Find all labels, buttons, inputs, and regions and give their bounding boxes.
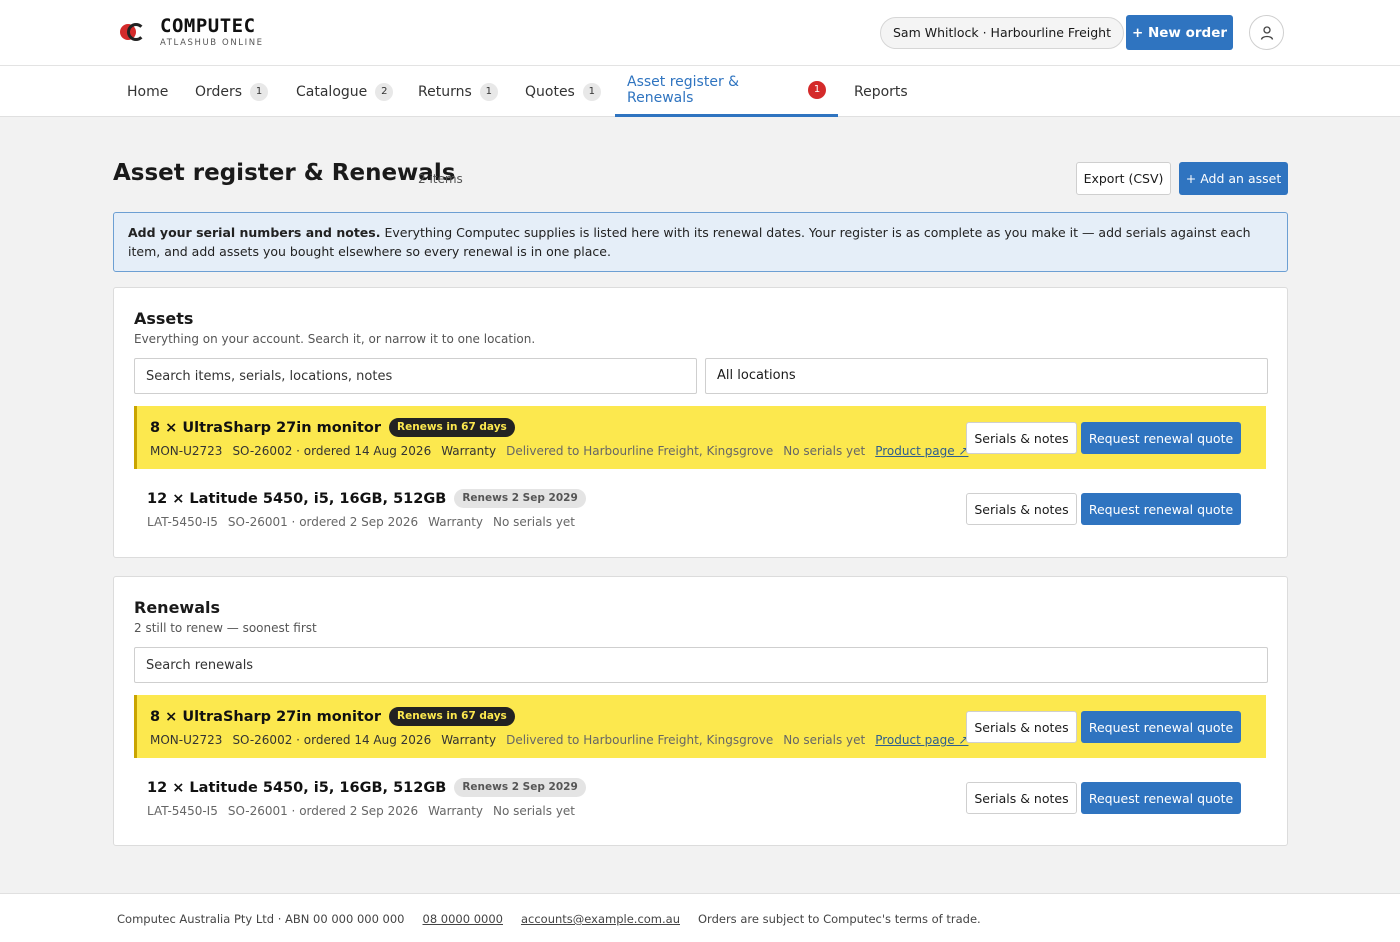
renewal-coverage: Warranty <box>428 804 484 818</box>
asset-coverage: Warranty <box>428 515 484 529</box>
serials-notes-button[interactable]: Serials & notes <box>966 711 1077 743</box>
asset-row: 12 × Latitude 5450, i5, 16GB, 512GB Rene… <box>134 477 1266 540</box>
asset-search-input[interactable] <box>134 358 697 394</box>
tab-catalogue[interactable]: Catalogue 2 <box>284 66 405 117</box>
tab-count-badge: 2 <box>375 82 394 101</box>
renewal-row: 8 × UltraSharp 27in monitor Renews in 67… <box>134 695 1266 758</box>
page-title: Asset register & Renewals <box>113 160 456 186</box>
tab-count-badge: 1 <box>250 82 269 101</box>
tab-count-badge: 1 <box>808 81 826 99</box>
asset-order: SO-26002 · ordered 14 Aug 2026 <box>232 444 432 458</box>
asset-serials: No serials yet <box>493 515 576 529</box>
account-switcher[interactable]: Sam Whitlock · Harbourline Freight <box>880 17 1124 49</box>
info-banner-heading: Add your serial numbers and notes. <box>128 225 381 240</box>
asset-sku: MON-U2723 <box>150 444 223 458</box>
footer-email-link[interactable]: accounts@example.com.au <box>521 912 680 926</box>
tab-count-badge: 1 <box>479 82 498 101</box>
brand-logo[interactable]: COMPUTEC ATLASHUB ONLINE <box>118 16 264 48</box>
tab-returns[interactable]: Returns 1 <box>406 66 510 117</box>
asset-coverage: Warranty <box>441 444 497 458</box>
renewals-title: Renewals <box>134 598 220 617</box>
tab-home[interactable]: Home <box>115 66 180 117</box>
tab-label: Catalogue <box>296 83 368 100</box>
renewal-badge: Renews in 67 days <box>389 707 515 726</box>
renewal-order: SO-26001 · ordered 2 Sep 2026 <box>227 804 419 818</box>
tab-label: Home <box>127 83 169 100</box>
info-banner: Add your serial numbers and notes. Every… <box>113 212 1288 272</box>
renewal-row: 12 × Latitude 5450, i5, 16GB, 512GB Rene… <box>134 766 1266 829</box>
tab-count-badge: 1 <box>582 82 601 101</box>
request-renewal-quote-button[interactable]: Request renewal quote <box>1081 422 1241 454</box>
tab-asset-register[interactable]: Asset register & Renewals 1 <box>615 66 838 117</box>
request-renewal-quote-button[interactable]: Request renewal quote <box>1081 782 1241 814</box>
renewals-subtitle: 2 still to renew — soonest first <box>134 621 317 635</box>
renewals-card: Renewals 2 still to renew — soonest firs… <box>113 576 1288 846</box>
brand-name: COMPUTEC <box>160 15 256 37</box>
product-page-link[interactable]: Product page ↗ <box>875 733 968 747</box>
renewal-delivery: Delivered to Harbourline Freight, Kingsg… <box>506 733 774 747</box>
renewal-title: 8 × UltraSharp 27in monitor <box>150 708 382 725</box>
renewal-badge: Renews in 67 days <box>389 418 515 437</box>
computec-logo-icon <box>118 22 148 42</box>
renewal-sku: LAT-5450-I5 <box>147 804 218 818</box>
user-icon <box>1260 25 1273 40</box>
user-menu-button[interactable] <box>1249 15 1284 50</box>
tab-orders[interactable]: Orders 1 <box>183 66 280 117</box>
footer: Computec Australia Pty Ltd · ABN 00 000 … <box>0 893 1400 942</box>
renewal-sku: MON-U2723 <box>150 733 223 747</box>
asset-title: 12 × Latitude 5450, i5, 16GB, 512GB <box>147 490 447 507</box>
renewal-serials: No serials yet <box>783 733 866 747</box>
renewal-badge: Renews 2 Sep 2029 <box>454 489 586 508</box>
request-renewal-quote-button[interactable]: Request renewal quote <box>1081 711 1241 743</box>
footer-company: Computec Australia Pty Ltd · ABN 00 000 … <box>117 912 405 926</box>
top-bar: COMPUTEC ATLASHUB ONLINE Sam Whitlock · … <box>0 0 1400 66</box>
footer-phone-link[interactable]: 08 0000 0000 <box>423 912 503 926</box>
tab-quotes[interactable]: Quotes 1 <box>513 66 613 117</box>
serials-notes-button[interactable]: Serials & notes <box>966 493 1077 525</box>
footer-terms: Orders are subject to Computec's terms o… <box>698 912 981 926</box>
renewal-badge: Renews 2 Sep 2029 <box>454 778 586 797</box>
asset-title: 8 × UltraSharp 27in monitor <box>150 419 382 436</box>
new-order-button[interactable]: + New order <box>1126 15 1233 50</box>
brand-subtitle: ATLASHUB ONLINE <box>160 38 264 48</box>
serials-notes-button[interactable]: Serials & notes <box>966 422 1077 454</box>
tab-label: Asset register & Renewals <box>627 74 740 106</box>
tab-label: Quotes <box>525 83 575 100</box>
assets-title: Assets <box>134 309 194 328</box>
assets-card: Assets Everything on your account. Searc… <box>113 287 1288 558</box>
tab-label: Reports <box>854 83 908 100</box>
renewal-order: SO-26002 · ordered 14 Aug 2026 <box>232 733 432 747</box>
location-select[interactable]: All locations <box>705 358 1268 394</box>
renewal-coverage: Warranty <box>441 733 497 747</box>
serials-notes-button[interactable]: Serials & notes <box>966 782 1077 814</box>
renewal-serials: No serials yet <box>493 804 576 818</box>
tab-label: Returns <box>418 83 472 100</box>
asset-order: SO-26001 · ordered 2 Sep 2026 <box>227 515 419 529</box>
location-select-value: All locations <box>717 368 796 383</box>
asset-delivery: Delivered to Harbourline Freight, Kingsg… <box>506 444 774 458</box>
product-page-link[interactable]: Product page ↗ <box>875 444 968 458</box>
export-csv-button[interactable]: Export (CSV) <box>1076 162 1171 195</box>
tab-reports[interactable]: Reports <box>842 66 920 117</box>
renewal-search-input[interactable] <box>134 647 1268 683</box>
item-count: 2 items <box>418 172 463 186</box>
asset-sku: LAT-5450-I5 <box>147 515 218 529</box>
tab-label: Orders <box>195 83 243 100</box>
asset-row: 8 × UltraSharp 27in monitor Renews in 67… <box>134 406 1266 469</box>
renewal-title: 12 × Latitude 5450, i5, 16GB, 512GB <box>147 779 447 796</box>
request-renewal-quote-button[interactable]: Request renewal quote <box>1081 493 1241 525</box>
main-nav: Home Orders 1 Catalogue 2 Returns 1 Quot… <box>0 66 1400 117</box>
add-asset-button[interactable]: + Add an asset <box>1179 162 1288 195</box>
assets-subtitle: Everything on your account. Search it, o… <box>134 332 536 346</box>
asset-serials: No serials yet <box>783 444 866 458</box>
